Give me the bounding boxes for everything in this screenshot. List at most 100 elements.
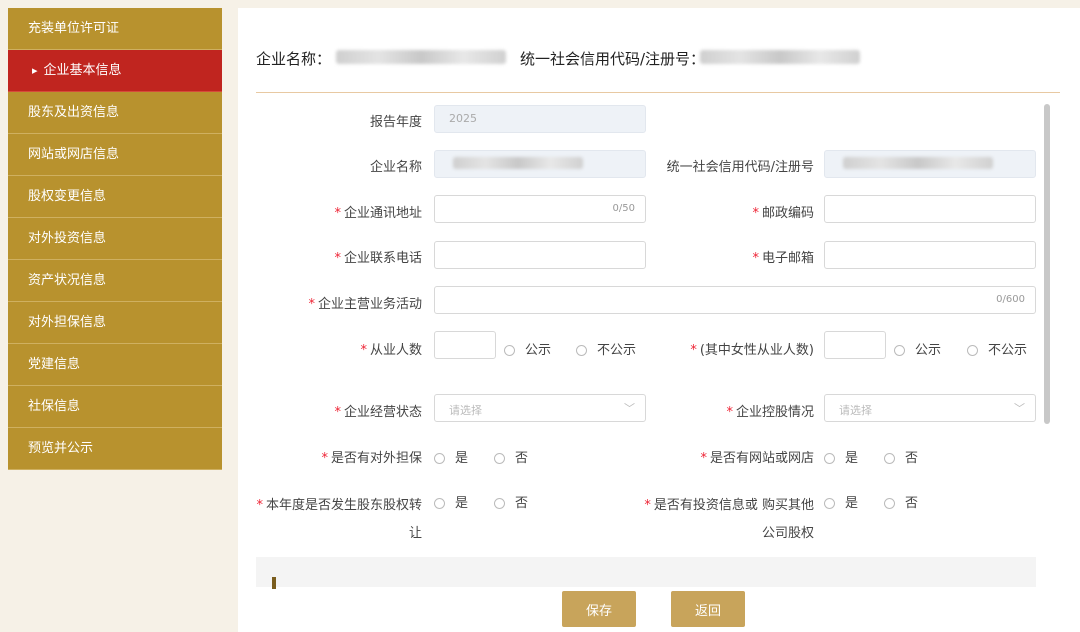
radio-label: 公示 <box>915 343 942 358</box>
employees-input[interactable] <box>434 331 496 359</box>
radio-label: 不公示 <box>988 343 1028 358</box>
radio-circle-icon <box>576 345 587 356</box>
required-mark: * <box>752 251 759 266</box>
business-label: * 企业主营业务活动 <box>308 293 422 312</box>
employees-not-public-radio[interactable]: 不公示 <box>576 339 636 358</box>
sidebar-item-social-security[interactable]: 社保信息 <box>8 386 222 428</box>
sidebar-item-basic-info[interactable]: 企业基本信息 <box>8 50 222 92</box>
radio-label: 否 <box>905 451 919 466</box>
investment-no-radio[interactable]: 否 <box>884 492 918 511</box>
transfer-yes-radio[interactable]: 是 <box>434 492 468 511</box>
select-placeholder: 请选择 <box>449 404 482 417</box>
transfer-label-line2: 让 <box>408 526 422 541</box>
sidebar-item-preview[interactable]: 预览并公示 <box>8 428 222 470</box>
guarantee-no-radio[interactable]: 否 <box>494 447 528 466</box>
credit-code-field <box>824 150 1036 178</box>
required-mark: * <box>690 343 697 358</box>
phone-label: * 企业联系电话 <box>334 247 422 266</box>
radio-circle-icon <box>494 498 505 509</box>
radio-label: 不公示 <box>597 343 637 358</box>
required-mark: * <box>752 206 759 221</box>
back-button[interactable]: 返回 <box>671 591 745 627</box>
radio-circle-icon <box>884 453 895 464</box>
company-name-label: 企业名称 <box>369 160 422 175</box>
employees-label-text: 从业人数 <box>369 343 422 358</box>
transfer-label: * 本年度是否发生股东股权转让 <box>256 492 422 548</box>
required-mark: * <box>726 405 733 420</box>
select-placeholder: 请选择 <box>839 404 872 417</box>
email-label: * 电子邮箱 <box>752 247 814 266</box>
sidebar-item-party[interactable]: 党建信息 <box>8 344 222 386</box>
company-name-field <box>434 150 646 178</box>
guarantee-label: * 是否有对外担保 <box>321 447 422 466</box>
website-yes-radio[interactable]: 是 <box>824 447 858 466</box>
form-scrollbar[interactable] <box>1044 104 1050 424</box>
status-select[interactable]: 请选择 ﹀ <box>434 394 646 422</box>
radio-circle-icon <box>494 453 505 464</box>
report-year-field: 2025 <box>434 105 646 133</box>
required-mark: * <box>644 498 651 513</box>
radio-label: 公示 <box>525 343 552 358</box>
required-mark: * <box>334 251 341 266</box>
holding-label: * 企业控股情况 <box>726 401 814 420</box>
employees-public-radio[interactable]: 公示 <box>504 339 551 358</box>
transfer-no-radio[interactable]: 否 <box>494 492 528 511</box>
website-label-text: 是否有网站或网店 <box>709 451 814 466</box>
business-textarea[interactable]: 0/600 <box>434 286 1036 314</box>
postal-input[interactable] <box>824 195 1036 223</box>
business-label-text: 企业主营业务活动 <box>317 297 422 312</box>
address-char-counter: 0/50 <box>612 203 635 214</box>
guarantee-label-text: 是否有对外担保 <box>330 451 422 466</box>
required-mark: * <box>360 343 367 358</box>
radio-circle-icon <box>434 498 445 509</box>
company-name-value-redacted <box>453 157 583 169</box>
radio-label: 是 <box>455 451 469 466</box>
female-employees-input[interactable] <box>824 331 886 359</box>
sidebar-item-assets[interactable]: 资产状况信息 <box>8 260 222 302</box>
radio-label: 是 <box>845 451 859 466</box>
report-year-label: 报告年度 <box>369 115 422 130</box>
female-public-radio[interactable]: 公示 <box>894 339 941 358</box>
postal-label: * 邮政编码 <box>752 202 814 221</box>
sidebar-item-investment[interactable]: 对外投资信息 <box>8 218 222 260</box>
phone-input[interactable] <box>434 241 646 269</box>
sidebar-item-website[interactable]: 网站或网店信息 <box>8 134 222 176</box>
required-mark: * <box>700 451 707 466</box>
sidebar-item-guarantee[interactable]: 对外担保信息 <box>8 302 222 344</box>
radio-label: 否 <box>905 496 919 511</box>
radio-circle-icon <box>824 453 835 464</box>
transfer-label-line1: 本年度是否发生股东股权转 <box>265 498 422 513</box>
radio-circle-icon <box>824 498 835 509</box>
required-mark: * <box>256 498 263 513</box>
status-label: * 企业经营状态 <box>334 401 422 420</box>
investment-yes-radio[interactable]: 是 <box>824 492 858 511</box>
female-employees-label-text: (其中女性从业人数) <box>699 343 814 358</box>
holding-select[interactable]: 请选择 ﹀ <box>824 394 1036 422</box>
sidebar-item-shareholders[interactable]: 股东及出资信息 <box>8 92 222 134</box>
sidebar-nav: 充装单位许可证 企业基本信息 股东及出资信息 网站或网店信息 股权变更信息 对外… <box>8 8 222 470</box>
address-input[interactable]: 0/50 <box>434 195 646 223</box>
investment-label: * 是否有投资信息或 购买其他 公司股权 <box>644 492 814 548</box>
status-label-text: 企业经营状态 <box>343 405 422 420</box>
address-label-text: 企业通讯地址 <box>343 206 422 221</box>
sidebar-item-equity-change[interactable]: 股权变更信息 <box>8 176 222 218</box>
guarantee-yes-radio[interactable]: 是 <box>434 447 468 466</box>
page-header: 企业名称： 统一社会信用代码/注册号： <box>256 48 1060 88</box>
radio-circle-icon <box>884 498 895 509</box>
radio-circle-icon <box>504 345 515 356</box>
website-no-radio[interactable]: 否 <box>884 447 918 466</box>
radio-label: 否 <box>515 496 529 511</box>
postal-label-text: 邮政编码 <box>761 206 814 221</box>
chevron-down-icon: ﹀ <box>1014 402 1025 415</box>
radio-label: 是 <box>455 496 469 511</box>
save-button[interactable]: 保存 <box>562 591 636 627</box>
credit-code-label: 统一社会信用代码/注册号 <box>666 160 814 175</box>
next-section-header <box>256 557 1036 589</box>
sidebar-item-filling-license[interactable]: 充装单位许可证 <box>8 8 222 50</box>
email-input[interactable] <box>824 241 1036 269</box>
credit-code-redacted <box>700 50 860 64</box>
female-not-public-radio[interactable]: 不公示 <box>967 339 1027 358</box>
section-marker <box>272 577 276 589</box>
holding-label-text: 企业控股情况 <box>735 405 814 420</box>
investment-label-line2: 公司股权 <box>761 526 814 541</box>
